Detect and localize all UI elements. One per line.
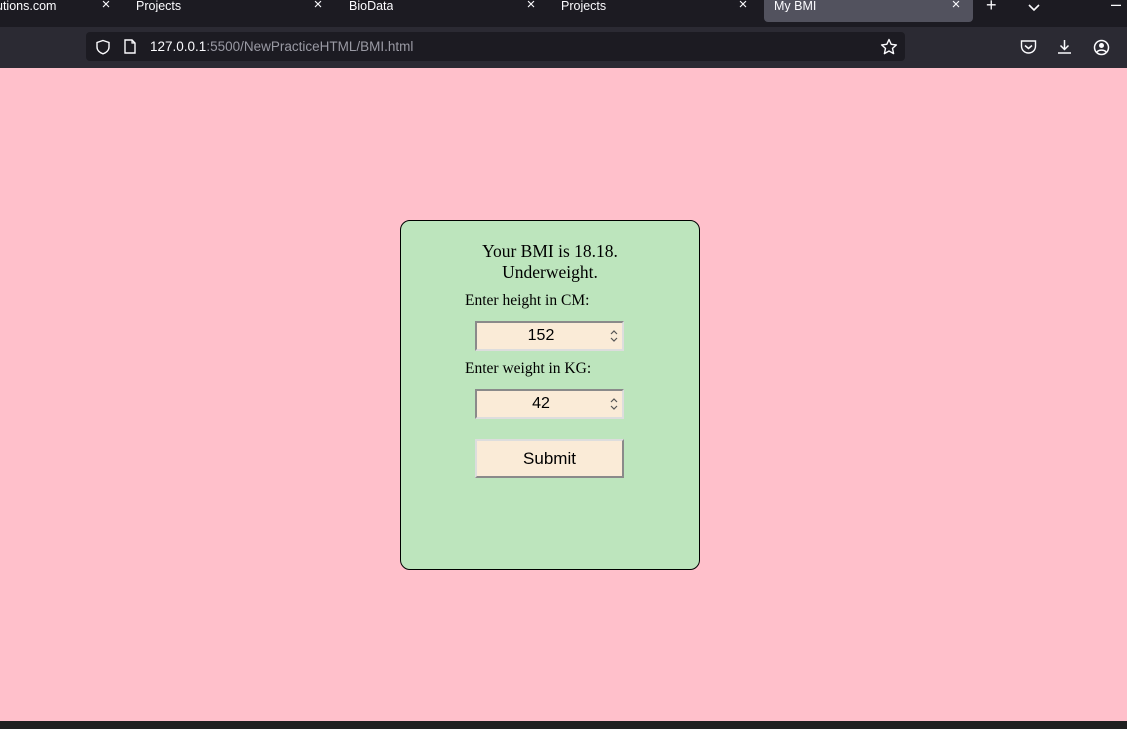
height-input[interactable]: 152 (475, 321, 624, 351)
bmi-result-category: Underweight. (502, 262, 598, 282)
bmi-card: Your BMI is 18.18. Underweight. Enter he… (400, 220, 700, 570)
url-host: 127.0.0.1 (150, 39, 207, 54)
taskbar (0, 721, 1127, 729)
height-label: Enter height in CM: (465, 292, 590, 309)
weight-value: 42 (532, 395, 550, 412)
nav-bar: 127.0.0.1:5500/NewPracticeHTML/BMI.html (0, 27, 1127, 68)
close-icon[interactable]: × (311, 0, 325, 13)
tab-bar: utions.com × Projects × BioData × Projec… (0, 0, 1127, 27)
account-icon[interactable] (1093, 39, 1110, 61)
spinner-icon[interactable] (609, 396, 619, 417)
submit-button[interactable]: Submit (475, 439, 624, 478)
bmi-result-value: Your BMI is 18.18. (482, 241, 618, 261)
tab-my-bmi[interactable]: My BMI × (764, 0, 973, 22)
tab-2[interactable]: Projects × (122, 0, 332, 22)
url-path: :5500/NewPracticeHTML/BMI.html (206, 39, 414, 54)
tab-title: Projects (561, 0, 607, 12)
star-icon[interactable] (880, 38, 898, 61)
bmi-result: Your BMI is 18.18. Underweight. (401, 241, 699, 283)
plus-icon[interactable]: + (986, 0, 997, 14)
tab-title: Projects (136, 0, 182, 12)
url-bar[interactable]: 127.0.0.1:5500/NewPracticeHTML/BMI.html (86, 32, 905, 61)
page-viewport: Your BMI is 18.18. Underweight. Enter he… (0, 68, 1127, 721)
tab-title: utions.com (0, 0, 57, 12)
height-value: 152 (527, 327, 555, 344)
spinner-icon[interactable] (609, 328, 619, 349)
minimize-icon[interactable]: – (1111, 0, 1121, 13)
close-icon[interactable]: × (736, 0, 750, 13)
close-icon[interactable]: × (524, 0, 538, 13)
weight-label: Enter weight in KG: (465, 360, 592, 377)
tab-1[interactable]: utions.com × (0, 0, 120, 22)
close-icon[interactable]: × (99, 0, 113, 13)
tab-3[interactable]: BioData × (335, 0, 545, 22)
page-icon (123, 39, 137, 59)
chevron-down-icon[interactable] (1027, 0, 1041, 15)
weight-input[interactable]: 42 (475, 389, 624, 419)
close-icon[interactable]: × (949, 0, 963, 13)
shield-icon[interactable] (95, 39, 111, 60)
tab-4[interactable]: Projects × (547, 0, 757, 22)
url-text[interactable]: 127.0.0.1:5500/NewPracticeHTML/BMI.html (150, 39, 413, 54)
tab-title: My BMI (774, 0, 817, 12)
pocket-icon[interactable] (1020, 39, 1037, 60)
download-icon[interactable] (1056, 39, 1073, 60)
tab-title: BioData (349, 0, 394, 12)
